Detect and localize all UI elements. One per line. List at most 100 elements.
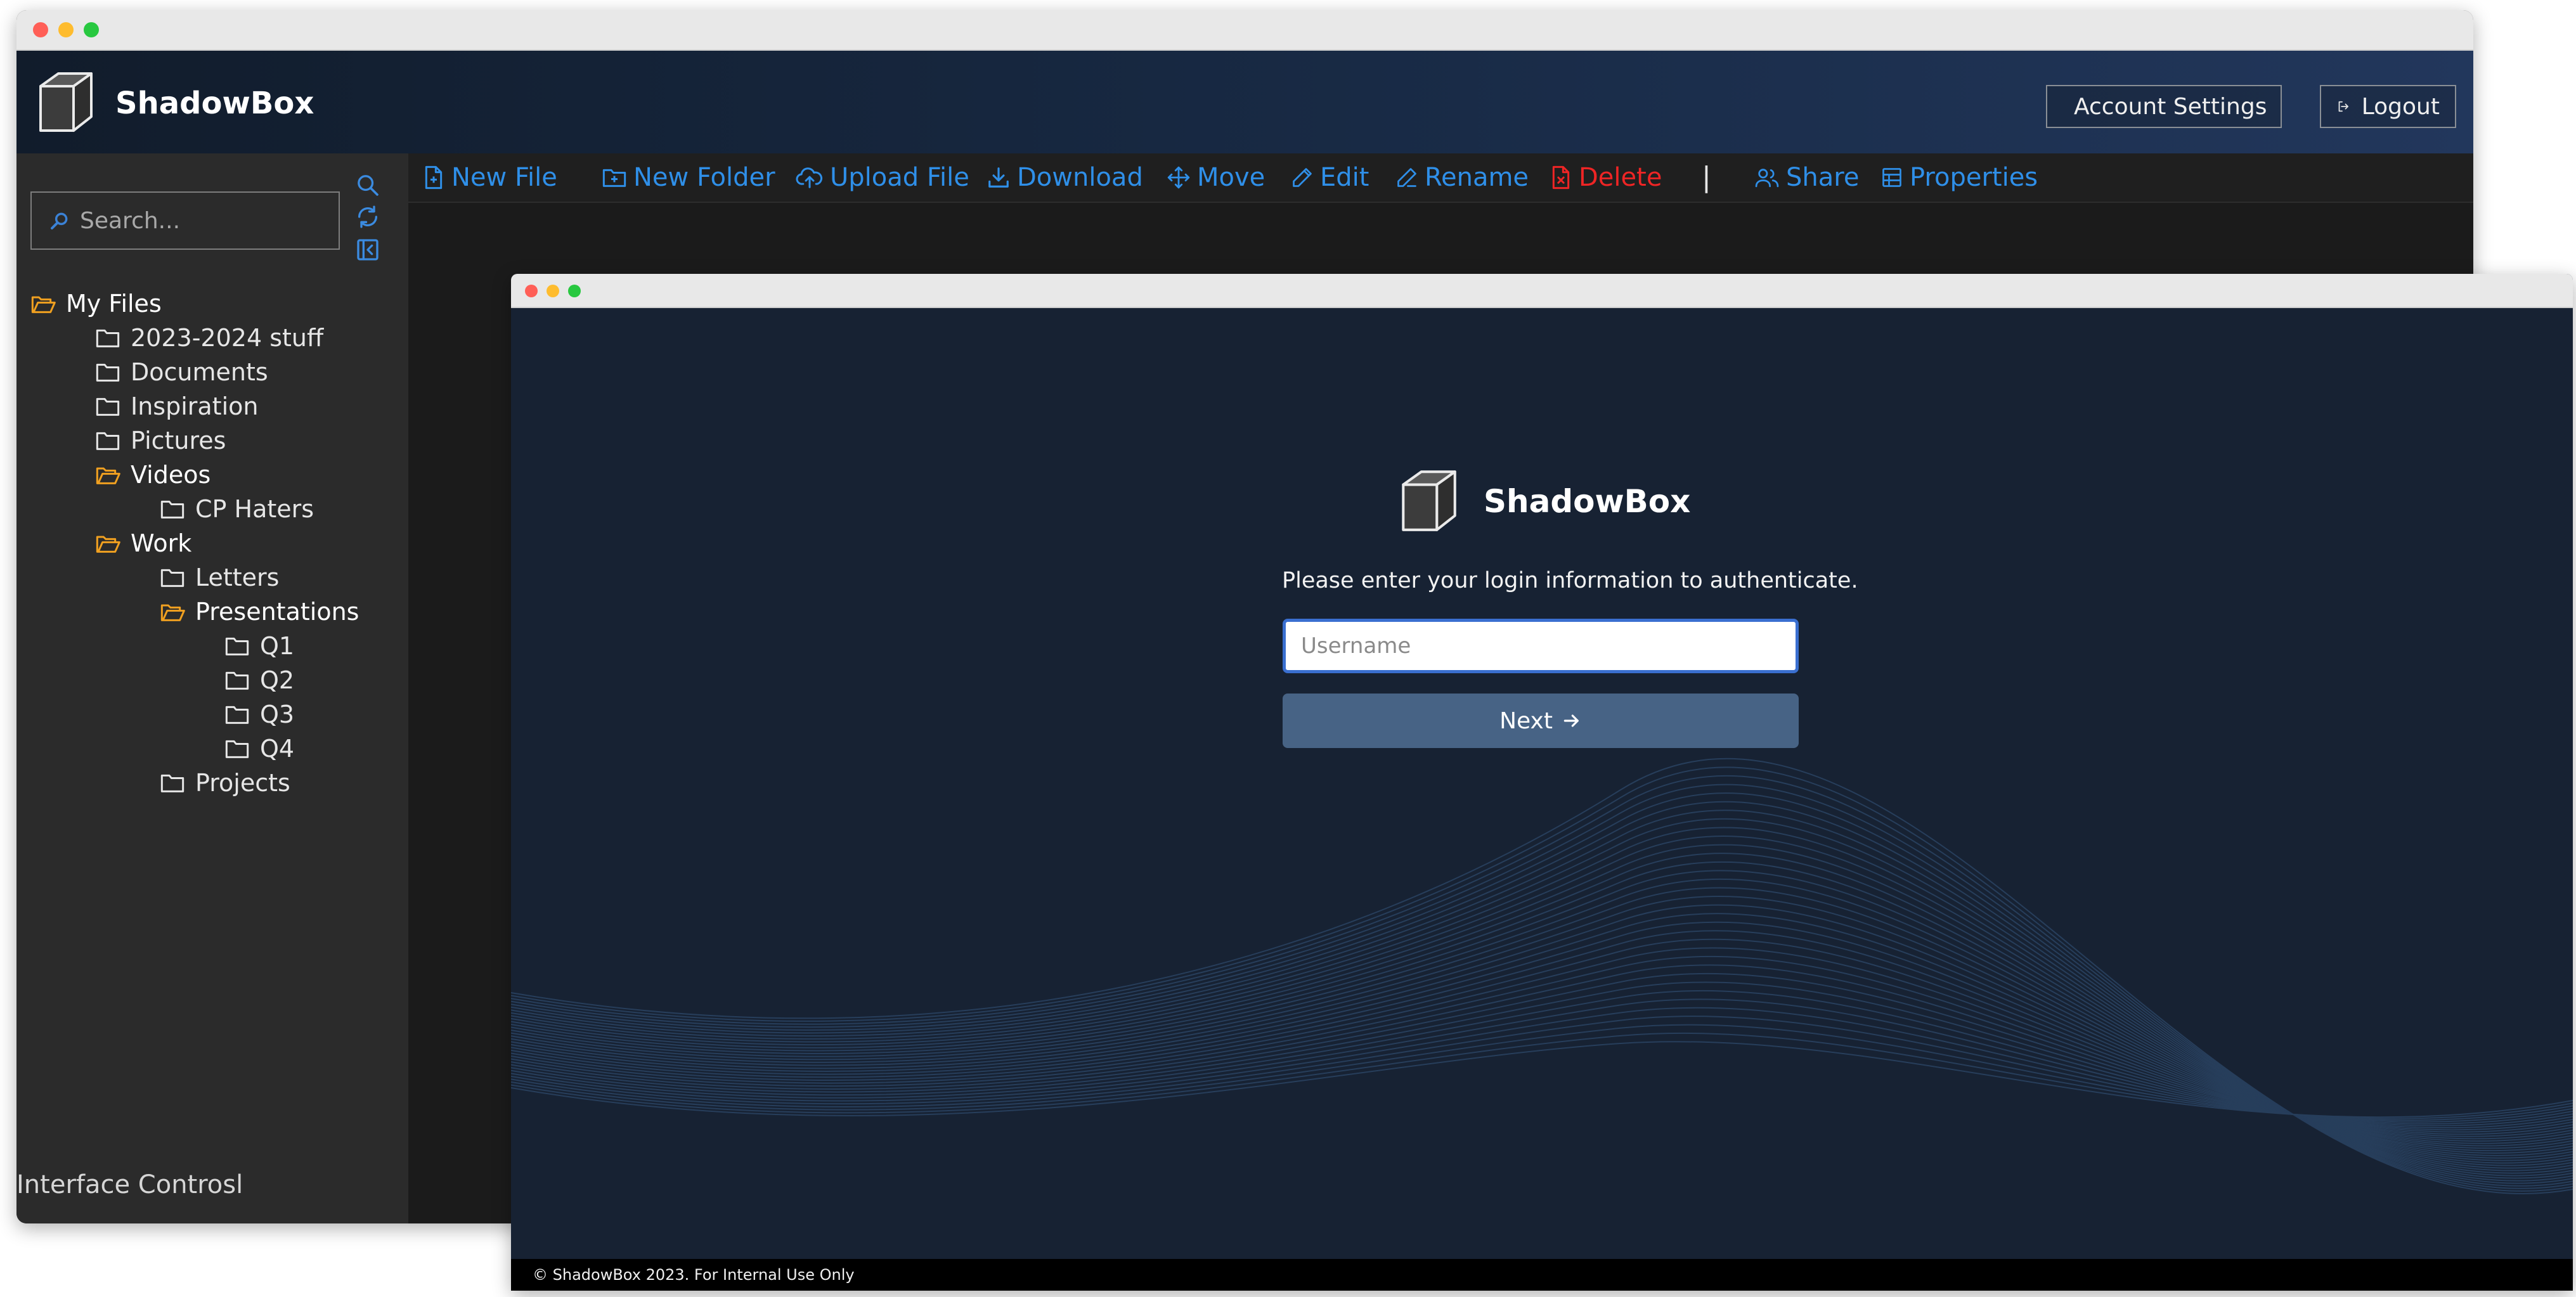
sidebar: My Files 2023-2024 stuff Documents Inspi… <box>16 153 408 1223</box>
folder-icon <box>96 397 120 416</box>
search-icon[interactable] <box>355 172 380 198</box>
tree-item-label: Q4 <box>260 735 295 763</box>
upload-file-label: Upload File <box>830 163 969 192</box>
folder-open-icon <box>160 604 185 621</box>
new-folder-label: New Folder <box>633 163 775 192</box>
tree-item[interactable]: Work <box>95 526 191 560</box>
logout-label: Logout <box>2361 93 2440 120</box>
tree-item-label: Q3 <box>260 700 295 728</box>
tree-item[interactable]: Q1 <box>224 629 294 663</box>
window-titlebar[interactable] <box>16 10 2473 51</box>
tree-item[interactable]: CP Haters <box>160 492 314 526</box>
file-plus-icon <box>425 165 443 190</box>
arrow-right-icon <box>1563 714 1579 727</box>
wave-line <box>511 827 2573 1174</box>
folder-plus-icon <box>602 169 626 187</box>
share-label: Share <box>1786 163 1860 192</box>
cube-icon <box>1402 470 1456 531</box>
tree-item[interactable]: Pictures <box>95 423 226 458</box>
search-input[interactable] <box>79 207 328 235</box>
window-titlebar[interactable] <box>511 274 2573 308</box>
edit-label: Edit <box>1320 163 1369 192</box>
pencil-icon <box>1293 168 1312 187</box>
search-icon <box>51 212 68 229</box>
tree-item-label: My Files <box>66 290 162 318</box>
tree-item[interactable]: Presentations <box>160 595 359 629</box>
app-title: ShadowBox <box>115 86 314 121</box>
share-button[interactable]: Share <box>1754 160 1859 195</box>
tree-item-label: Documents <box>131 358 268 386</box>
tree-item-label: Work <box>131 529 192 557</box>
upload-file-button[interactable]: Upload File <box>796 160 969 195</box>
tree-item[interactable]: Projects <box>160 766 290 800</box>
close-window-button[interactable] <box>525 285 538 297</box>
download-button[interactable]: Download <box>987 160 1143 195</box>
tree-item-label: 2023-2024 stuff <box>131 324 324 352</box>
delete-label: Delete <box>1579 163 1662 192</box>
properties-label: Properties <box>1910 163 2038 192</box>
maximize-window-button[interactable] <box>568 285 581 297</box>
minimize-window-button[interactable] <box>547 285 559 297</box>
wave-background-pattern <box>511 758 2573 1194</box>
tree-item[interactable]: Videos <box>95 458 210 492</box>
logout-button[interactable]: Logout <box>2320 85 2456 128</box>
wave-line <box>511 844 2573 1169</box>
login-window <box>511 274 2573 1291</box>
wave-line <box>511 775 2573 1189</box>
tree-item[interactable]: Q3 <box>224 697 294 732</box>
tree-item-label: Presentations <box>195 598 359 626</box>
folder-icon <box>160 500 184 519</box>
properties-button[interactable]: Properties <box>1880 160 2038 195</box>
search-box[interactable] <box>30 191 340 250</box>
account-settings-label: Account Settings <box>2074 93 2267 120</box>
wave-line <box>511 792 2573 1184</box>
move-button[interactable]: Move <box>1167 160 1265 195</box>
username-input[interactable] <box>1300 633 1784 659</box>
folder-icon <box>160 774 184 792</box>
login-footer: © ShadowBox 2023. For Internal Use Only <box>511 1259 2573 1291</box>
download-icon <box>988 167 1009 188</box>
rename-button[interactable]: Rename <box>1395 160 1529 195</box>
tree-item-my-files[interactable]: My Files <box>30 287 162 321</box>
account-settings-button[interactable]: Account Settings <box>2046 85 2282 128</box>
logout-icon <box>2338 101 2349 112</box>
tree-item[interactable]: Documents <box>95 355 268 389</box>
move-label: Move <box>1197 163 1265 192</box>
tree-item[interactable]: Q2 <box>224 663 294 697</box>
move-arrows-icon <box>1167 166 1190 189</box>
tree-item[interactable]: Inspiration <box>95 389 258 423</box>
new-file-button[interactable]: New File <box>422 160 557 195</box>
people-icon <box>1755 169 1779 188</box>
cloud-upload-icon <box>796 167 823 188</box>
toolbar-separator: | <box>1702 161 1711 193</box>
tree-item[interactable]: 2023-2024 stuff <box>95 321 323 355</box>
file-toolbar: New File New Folder Upload File Download… <box>408 153 2473 203</box>
close-window-button[interactable] <box>33 22 48 37</box>
folder-icon <box>225 740 249 758</box>
maximize-window-button[interactable] <box>84 22 99 37</box>
folder-icon <box>225 637 249 655</box>
tree-item-label: Inspiration <box>131 392 259 420</box>
tree-item[interactable]: Q4 <box>224 732 294 766</box>
next-button[interactable]: Next <box>1283 694 1799 748</box>
minimize-window-button[interactable] <box>58 22 74 37</box>
folder-icon <box>225 706 249 724</box>
folder-open-icon <box>96 536 120 553</box>
folder-open-icon <box>96 467 120 484</box>
new-folder-button[interactable]: New Folder <box>602 160 775 195</box>
login-brand-name: ShadowBox <box>1484 483 1691 520</box>
tree-item-label: Pictures <box>131 427 226 455</box>
folder-icon <box>96 363 120 382</box>
username-field[interactable] <box>1283 619 1799 673</box>
tree-item-label: Videos <box>131 461 211 489</box>
interface-controls-label: Interface Controsl <box>16 1170 243 1199</box>
collapse-sidebar-icon[interactable] <box>355 237 380 262</box>
refresh-icon[interactable] <box>355 204 380 229</box>
tree-item-label: Q1 <box>260 632 295 660</box>
folder-icon <box>160 569 184 587</box>
delete-button[interactable]: Delete <box>1550 160 1662 195</box>
new-file-label: New File <box>451 163 557 192</box>
folder-icon <box>225 671 249 690</box>
edit-button[interactable]: Edit <box>1291 160 1369 195</box>
tree-item[interactable]: Letters <box>160 560 279 595</box>
